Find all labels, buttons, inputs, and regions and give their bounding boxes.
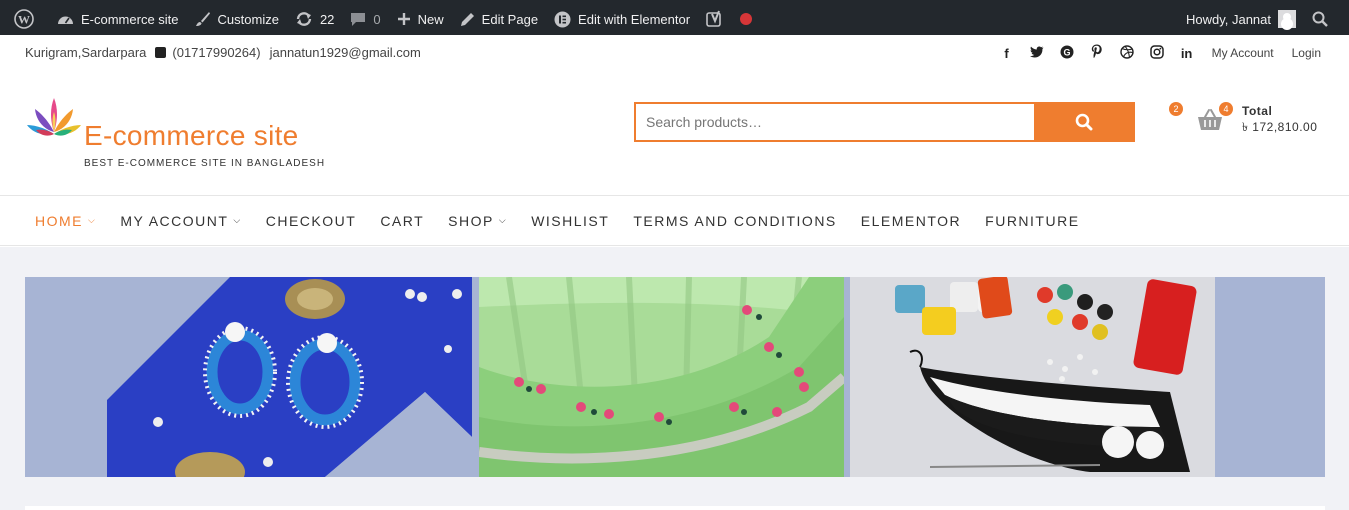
adminbar-new[interactable]: New bbox=[389, 3, 452, 35]
adminbar-edit-page[interactable]: Edit Page bbox=[452, 3, 546, 35]
nav-item-cart[interactable]: CART bbox=[368, 213, 436, 229]
nav-item-terms[interactable]: TERMS AND CONDITIONS bbox=[621, 213, 848, 229]
site-title[interactable]: E-commerce site bbox=[84, 120, 299, 152]
product-search-form bbox=[634, 102, 1135, 142]
my-account-link[interactable]: My Account bbox=[1212, 46, 1274, 60]
dashboard-icon bbox=[58, 16, 73, 24]
adminbar-updates[interactable]: 22 bbox=[287, 3, 342, 35]
adminbar-my-account[interactable]: Howdy, Jannat bbox=[1178, 3, 1304, 35]
nav-item-checkout[interactable]: CHECKOUT bbox=[254, 213, 369, 229]
location-text: Kurigram,Sardarpara bbox=[25, 45, 147, 60]
adminbar-comments[interactable]: 0 bbox=[342, 3, 388, 35]
howdy-label: Howdy, Jannat bbox=[1185, 11, 1271, 27]
nav-label: TERMS AND CONDITIONS bbox=[633, 212, 837, 229]
comments-count: 0 bbox=[373, 11, 381, 27]
dribbble-icon[interactable] bbox=[1112, 44, 1142, 62]
nav-item-home[interactable]: HOME ⌵ bbox=[23, 213, 108, 229]
new-label: New bbox=[417, 11, 444, 27]
adminbar-site-link[interactable]: E-commerce site bbox=[49, 3, 187, 35]
cart-total-value[interactable]: ৳ 172,810.00 bbox=[1242, 119, 1317, 139]
nav-item-wishlist[interactable]: WISHLIST bbox=[519, 213, 621, 229]
chevron-down-icon: ⌵ bbox=[498, 215, 508, 225]
top-info-bar: Kurigram,Sardarpara (01717990264) jannat… bbox=[0, 35, 1349, 71]
nav-item-shop[interactable]: SHOP ⌵ bbox=[436, 213, 519, 229]
svg-text:G: G bbox=[1063, 47, 1070, 57]
plus-icon bbox=[397, 13, 410, 25]
nav-label: MY ACCOUNT bbox=[120, 212, 229, 229]
site-name-label: E-commerce site bbox=[81, 11, 179, 27]
linkedin-icon[interactable]: in bbox=[1172, 46, 1202, 61]
nav-label: WISHLIST bbox=[531, 212, 610, 229]
slide-image-crochet bbox=[850, 277, 1215, 477]
search-input[interactable] bbox=[636, 104, 1034, 140]
email-text: jannatun1929@gmail.com bbox=[269, 45, 421, 60]
search-icon bbox=[1312, 11, 1328, 27]
instagram-icon[interactable] bbox=[1142, 44, 1172, 62]
edit-elementor-label: Edit with Elementor bbox=[578, 11, 691, 27]
cart-total-label: Total bbox=[1242, 104, 1273, 118]
pinterest-icon[interactable] bbox=[1082, 44, 1112, 62]
main-navigation: HOME ⌵ MY ACCOUNT ⌵ CHECKOUT CART SHOP ⌵ WI… bbox=[0, 195, 1349, 246]
search-icon bbox=[1075, 113, 1092, 131]
avatar bbox=[1278, 10, 1296, 28]
hero-slider[interactable] bbox=[25, 277, 1325, 477]
slide-image-saree bbox=[479, 277, 844, 477]
chevron-down-icon: ⌵ bbox=[233, 215, 242, 225]
svg-text:W: W bbox=[18, 13, 30, 27]
updates-count: 22 bbox=[319, 11, 335, 27]
nav-label: HOME bbox=[35, 212, 83, 229]
seo-status-dot bbox=[740, 13, 753, 25]
search-button[interactable] bbox=[1034, 104, 1133, 140]
pencil-icon bbox=[460, 12, 474, 26]
chevron-down-icon: ⌵ bbox=[88, 215, 97, 225]
adminbar-yoast[interactable] bbox=[698, 3, 760, 35]
adminbar-search[interactable] bbox=[1304, 3, 1343, 35]
customize-label: Customize bbox=[217, 11, 279, 27]
phone-text: (01717990264) bbox=[172, 45, 261, 60]
google-plus-icon[interactable]: G bbox=[1052, 45, 1082, 62]
site-tagline: BEST E-COMMERCE SITE IN BANGLADESH bbox=[84, 158, 326, 169]
nav-item-furniture[interactable]: FURNITURE bbox=[973, 213, 1091, 229]
wishlist-count-badge[interactable]: 2 bbox=[1169, 102, 1183, 116]
nav-item-elementor[interactable]: ELEMENTOR bbox=[849, 213, 973, 229]
facebook-icon[interactable]: f bbox=[992, 46, 1022, 61]
adminbar-customize[interactable]: Customize bbox=[187, 3, 287, 35]
nav-label: CHECKOUT bbox=[265, 212, 357, 229]
twitter-icon[interactable] bbox=[1022, 46, 1052, 61]
slide-image-earrings bbox=[25, 277, 472, 477]
nav-label: SHOP bbox=[448, 212, 494, 229]
nav-label: ELEMENTOR bbox=[860, 212, 962, 229]
nav-item-my-account[interactable]: MY ACCOUNT ⌵ bbox=[108, 213, 253, 229]
comment-icon bbox=[351, 12, 366, 26]
nav-label: FURNITURE bbox=[985, 212, 1080, 229]
brush-icon bbox=[195, 12, 210, 26]
nav-label: CART bbox=[380, 212, 425, 229]
wordpress-logo-icon[interactable]: W bbox=[6, 3, 49, 35]
lotus-logo[interactable] bbox=[25, 92, 83, 150]
login-link[interactable]: Login bbox=[1292, 46, 1321, 60]
page-content bbox=[0, 247, 1349, 510]
yoast-icon bbox=[706, 10, 721, 27]
edit-page-label: Edit Page bbox=[481, 11, 539, 27]
elementor-icon bbox=[554, 11, 571, 27]
content-card bbox=[25, 506, 1325, 510]
wp-admin-bar: W E-commerce site Customize 22 0 New Edi… bbox=[0, 0, 1349, 35]
adminbar-edit-elementor[interactable]: Edit with Elementor bbox=[546, 3, 698, 35]
cart-count-badge[interactable]: 4 bbox=[1219, 102, 1233, 116]
phone-icon bbox=[155, 47, 167, 58]
updates-icon bbox=[296, 12, 312, 26]
